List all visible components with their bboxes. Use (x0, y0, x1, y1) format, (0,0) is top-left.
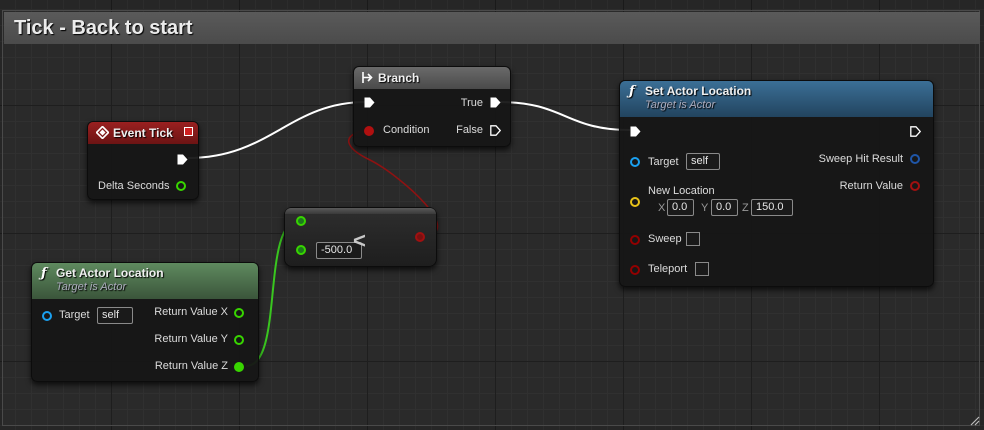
set-actor-location-header[interactable]: ƒ Set Actor Location Target is Actor (620, 81, 933, 117)
target-pin-set-location[interactable] (630, 157, 640, 167)
return-value-label-set-location: Return Value (839, 180, 903, 192)
teleport-pin[interactable] (630, 265, 640, 275)
return-value-y-pin[interactable] (234, 335, 244, 345)
exec-in-pin-branch[interactable] (364, 97, 375, 108)
sweep-hit-result-pin[interactable] (910, 154, 920, 164)
function-icon: ƒ (41, 266, 47, 281)
less-than-a-pin[interactable] (296, 216, 306, 226)
exec-out-pin-true[interactable] (490, 97, 501, 108)
target-label-get-location: Target (59, 309, 90, 321)
get-actor-location-subtitle: Target is Actor (56, 281, 127, 293)
less-than-operator: < (353, 228, 366, 253)
exec-out-pin-set-location[interactable] (910, 126, 921, 137)
comment-title[interactable]: Tick - Back to start (4, 12, 980, 44)
y-label: Y (701, 202, 709, 214)
event-delegate-icon[interactable] (184, 127, 193, 136)
branch-false-label: False (456, 124, 483, 136)
get-actor-location-header[interactable]: ƒ Get Actor Location Target is Actor (32, 263, 258, 299)
branch-title: Branch (378, 71, 420, 85)
condition-pin[interactable] (364, 126, 374, 136)
x-field[interactable]: 0.0 (667, 199, 694, 216)
branch-header[interactable]: Branch (354, 67, 510, 89)
return-value-y-label: Return Value Y (154, 333, 228, 345)
sweep-checkbox[interactable] (686, 232, 700, 246)
new-location-pin[interactable] (630, 197, 640, 207)
exec-out-pin-event-tick[interactable] (177, 154, 188, 165)
z-field[interactable]: 150.0 (751, 199, 793, 216)
event-tick-title: Event Tick (113, 126, 173, 140)
comment-resize-grip[interactable] (970, 416, 980, 426)
sweep-label: Sweep (648, 233, 682, 245)
exec-in-pin-set-location[interactable] (630, 126, 641, 137)
less-than-out-pin[interactable] (415, 232, 425, 242)
return-value-x-pin[interactable] (234, 308, 244, 318)
event-tick-node[interactable]: Event Tick Delta Seconds (87, 121, 199, 200)
target-field-get-location[interactable]: self (97, 307, 133, 324)
condition-label: Condition (383, 124, 430, 136)
target-pin-get-location[interactable] (42, 311, 52, 321)
event-tick-header[interactable]: Event Tick (88, 122, 198, 144)
exec-out-pin-false[interactable] (490, 125, 501, 136)
set-actor-location-title: Set Actor Location (645, 84, 752, 98)
function-icon: ƒ (629, 84, 635, 99)
less-than-header-strip (285, 208, 436, 214)
target-label-set-location: Target (648, 156, 679, 168)
get-actor-location-title: Get Actor Location (56, 266, 164, 280)
return-value-z-pin[interactable] (234, 362, 244, 372)
branch-icon (362, 72, 373, 83)
return-value-z-label: Return Value Z (154, 360, 228, 372)
return-value-x-label: Return Value X (154, 306, 228, 318)
x-label: X (658, 202, 666, 214)
sweep-hit-result-label: Sweep Hit Result (818, 153, 903, 165)
delta-seconds-pin[interactable] (176, 181, 186, 191)
return-value-pin-set-location[interactable] (910, 181, 920, 191)
target-field-set-location[interactable]: self (686, 153, 720, 170)
branch-node[interactable]: Branch True Condition False (353, 66, 511, 147)
set-actor-location-node[interactable]: ƒ Set Actor Location Target is Actor Tar… (619, 80, 934, 287)
get-actor-location-node[interactable]: ƒ Get Actor Location Target is Actor Tar… (31, 262, 259, 382)
y-field[interactable]: 0.0 (711, 199, 738, 216)
less-than-b-pin[interactable] (296, 245, 306, 255)
sweep-pin[interactable] (630, 235, 640, 245)
event-icon (96, 126, 109, 139)
teleport-label: Teleport (648, 263, 688, 275)
less-than-node[interactable]: -500.0 < (284, 207, 437, 267)
branch-true-label: True (460, 97, 483, 109)
z-label: Z (742, 202, 749, 214)
teleport-checkbox[interactable] (695, 262, 709, 276)
new-location-label: New Location (648, 185, 715, 197)
set-actor-location-subtitle: Target is Actor (645, 99, 716, 111)
delta-seconds-label: Delta Seconds (98, 180, 170, 192)
